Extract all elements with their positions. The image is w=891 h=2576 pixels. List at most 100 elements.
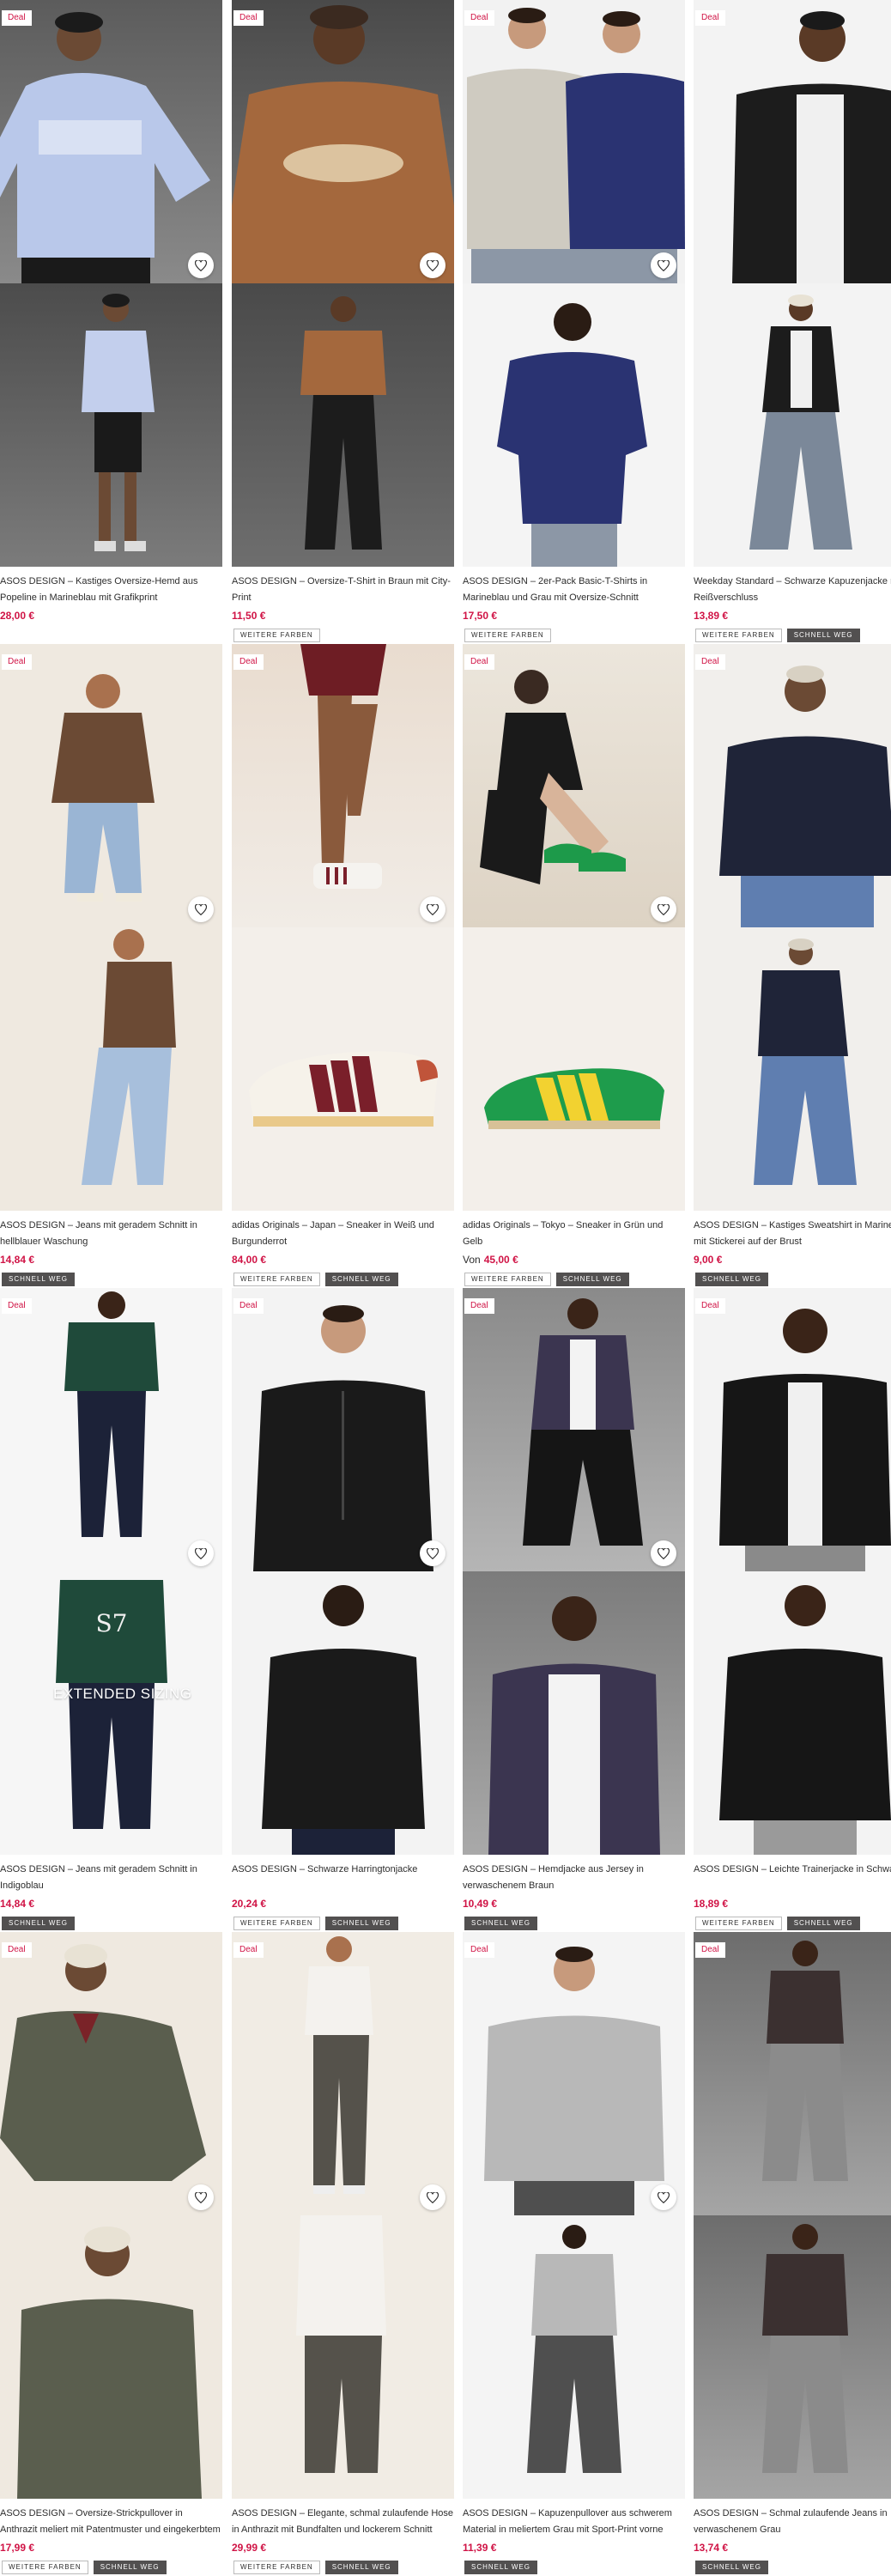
save-for-later-button[interactable] [651,2184,676,2210]
model-photo [719,1585,891,1855]
product-name[interactable]: ASOS DESIGN – 2er-Pack Basic-T-Shirts in… [463,574,685,606]
save-for-later-button[interactable] [188,896,214,922]
deal-badge: Deal [464,654,494,670]
product-image[interactable]: Deal [232,1288,454,1571]
save-for-later-button[interactable] [420,2184,446,2210]
product-name[interactable]: ASOS DESIGN – Kastiges Oversize-Hemd aus… [0,574,222,606]
product-name[interactable]: Weekday Standard – Schwarze Kapuzenjacke… [694,574,891,606]
product-image[interactable]: Deal [694,644,891,927]
product-name[interactable]: ASOS DESIGN – Elegante, schmal zulaufend… [232,2506,454,2538]
heart-icon [195,903,207,915]
product-image[interactable]: Deal [694,1288,891,1571]
model-photo [249,1051,438,1127]
product-image-alt[interactable] [463,1571,685,1855]
product-name[interactable]: ASOS DESIGN – Jeans mit geradem Schnitt … [0,1218,222,1250]
quick-ship-badge: SCHNELL WEG [2,1273,75,1286]
model-photo [300,644,386,889]
product-image[interactable]: Deal [0,1932,222,2215]
quick-ship-badge: SCHNELL WEG [324,1273,398,1286]
product-image-alt[interactable] [0,927,222,1211]
product-image[interactable]: Deal [0,1288,222,1571]
product-image-alt[interactable] [694,927,891,1211]
product-image[interactable]: Deal [694,0,891,283]
product-price: 84,00 € [232,1254,267,1266]
product-image[interactable]: Deal [232,1932,454,2215]
product-image[interactable]: Deal [232,644,454,927]
product-image-alt[interactable] [694,1571,891,1855]
model-photo [232,5,454,283]
model-photo [253,1305,433,1571]
product-name[interactable]: ASOS DESIGN – Schwarze Harringtonjacke [232,1862,454,1894]
heart-icon [427,259,439,271]
product-image[interactable]: Deal [0,0,222,283]
product-image[interactable]: Deal [232,0,454,283]
quick-ship-badge: SCHNELL WEG [324,2561,398,2574]
product-name[interactable]: ASOS DESIGN – Leichte Trainerjacke in Sc… [694,1862,891,1894]
model-photo [0,1944,206,2181]
product-name[interactable]: ASOS DESIGN – Oversize-Strickpullover in… [0,2506,222,2538]
save-for-later-button[interactable] [651,896,676,922]
product-image[interactable]: Deal [0,644,222,927]
product-name[interactable]: ASOS DESIGN – Kapuzenpullover aus schwer… [463,2506,685,2538]
model-photo [523,1298,643,1546]
quick-ship-badge: SCHNELL WEG [786,1917,860,1930]
quick-ship-badge: SCHNELL WEG [555,1273,629,1286]
product-image-alt[interactable] [463,2215,685,2499]
save-for-later-button[interactable] [188,252,214,278]
product-price: 28,00 € [0,610,35,622]
product-image[interactable]: Deal [463,644,685,927]
product-image[interactable]: Deal [694,1932,891,2215]
product-image-alt[interactable] [0,283,222,567]
save-for-later-button[interactable] [188,2184,214,2210]
product-image[interactable]: Deal [463,0,685,283]
save-for-later-button[interactable] [651,1540,676,1566]
model-photo [749,295,852,550]
product-image-alt[interactable] [232,1571,454,1855]
quick-ship-badge: SCHNELL WEG [695,1273,768,1286]
product-image-alt[interactable] [232,283,454,567]
product-image[interactable]: Deal [463,1288,685,1571]
product-image-alt[interactable] [463,927,685,1211]
save-for-later-button[interactable] [420,252,446,278]
deal-badge: Deal [233,10,264,26]
product-image-alt[interactable] [694,283,891,567]
heart-icon [658,2191,670,2203]
save-for-later-button[interactable] [420,1540,446,1566]
product-image-alt[interactable] [694,2215,891,2499]
product-image-alt[interactable] [232,927,454,1211]
more-colors-badge: WEITERE FARBEN [464,1273,551,1286]
model-photo [0,12,210,283]
heart-icon [195,259,207,271]
quick-ship-badge: SCHNELL WEG [324,1917,398,1930]
quick-ship-badge: SCHNELL WEG [93,2561,167,2574]
model-photo [762,2224,848,2473]
save-for-later-button[interactable] [420,896,446,922]
product-price: 11,50 € [232,610,266,622]
product-image-alt[interactable]: S7 [0,1571,222,1855]
model-photo [527,2225,621,2473]
product-name[interactable]: ASOS DESIGN – Oversize-T-Shirt in Braun … [232,574,454,606]
more-colors-badge: WEITERE FARBEN [2,2561,88,2574]
model-photo [732,11,891,283]
product-name[interactable]: adidas Originals – Tokyo – Sneaker in Gr… [463,1218,685,1250]
product-image-alt[interactable] [232,2215,454,2499]
product-image-alt[interactable] [463,283,685,567]
model-photo [262,1585,425,1855]
model-photo [82,929,176,1185]
deal-badge: Deal [2,10,32,26]
product-name[interactable]: ASOS DESIGN – Schmal zulaufende Jeans in… [694,2506,891,2538]
deal-badge: Deal [695,1942,725,1958]
product-image-alt[interactable] [0,2215,222,2499]
deal-badge: Deal [2,1298,32,1314]
product-name[interactable]: adidas Originals – Japan – Sneaker in We… [232,1218,454,1250]
product-name[interactable]: ASOS DESIGN – Kastiges Sweatshirt in Mar… [694,1218,891,1250]
deal-badge: Deal [464,10,494,26]
save-for-later-button[interactable] [651,252,676,278]
more-colors-badge: WEITERE FARBEN [233,2561,320,2574]
product-price: 11,39 € [463,2542,497,2554]
save-for-later-button[interactable] [188,1540,214,1566]
product-name[interactable]: ASOS DESIGN – Jeans mit geradem Schnitt … [0,1862,222,1894]
product-image[interactable]: Deal [463,1932,685,2215]
product-price: 14,84 € [0,1254,35,1266]
product-name[interactable]: ASOS DESIGN – Hemdjacke aus Jersey in ve… [463,1862,685,1894]
